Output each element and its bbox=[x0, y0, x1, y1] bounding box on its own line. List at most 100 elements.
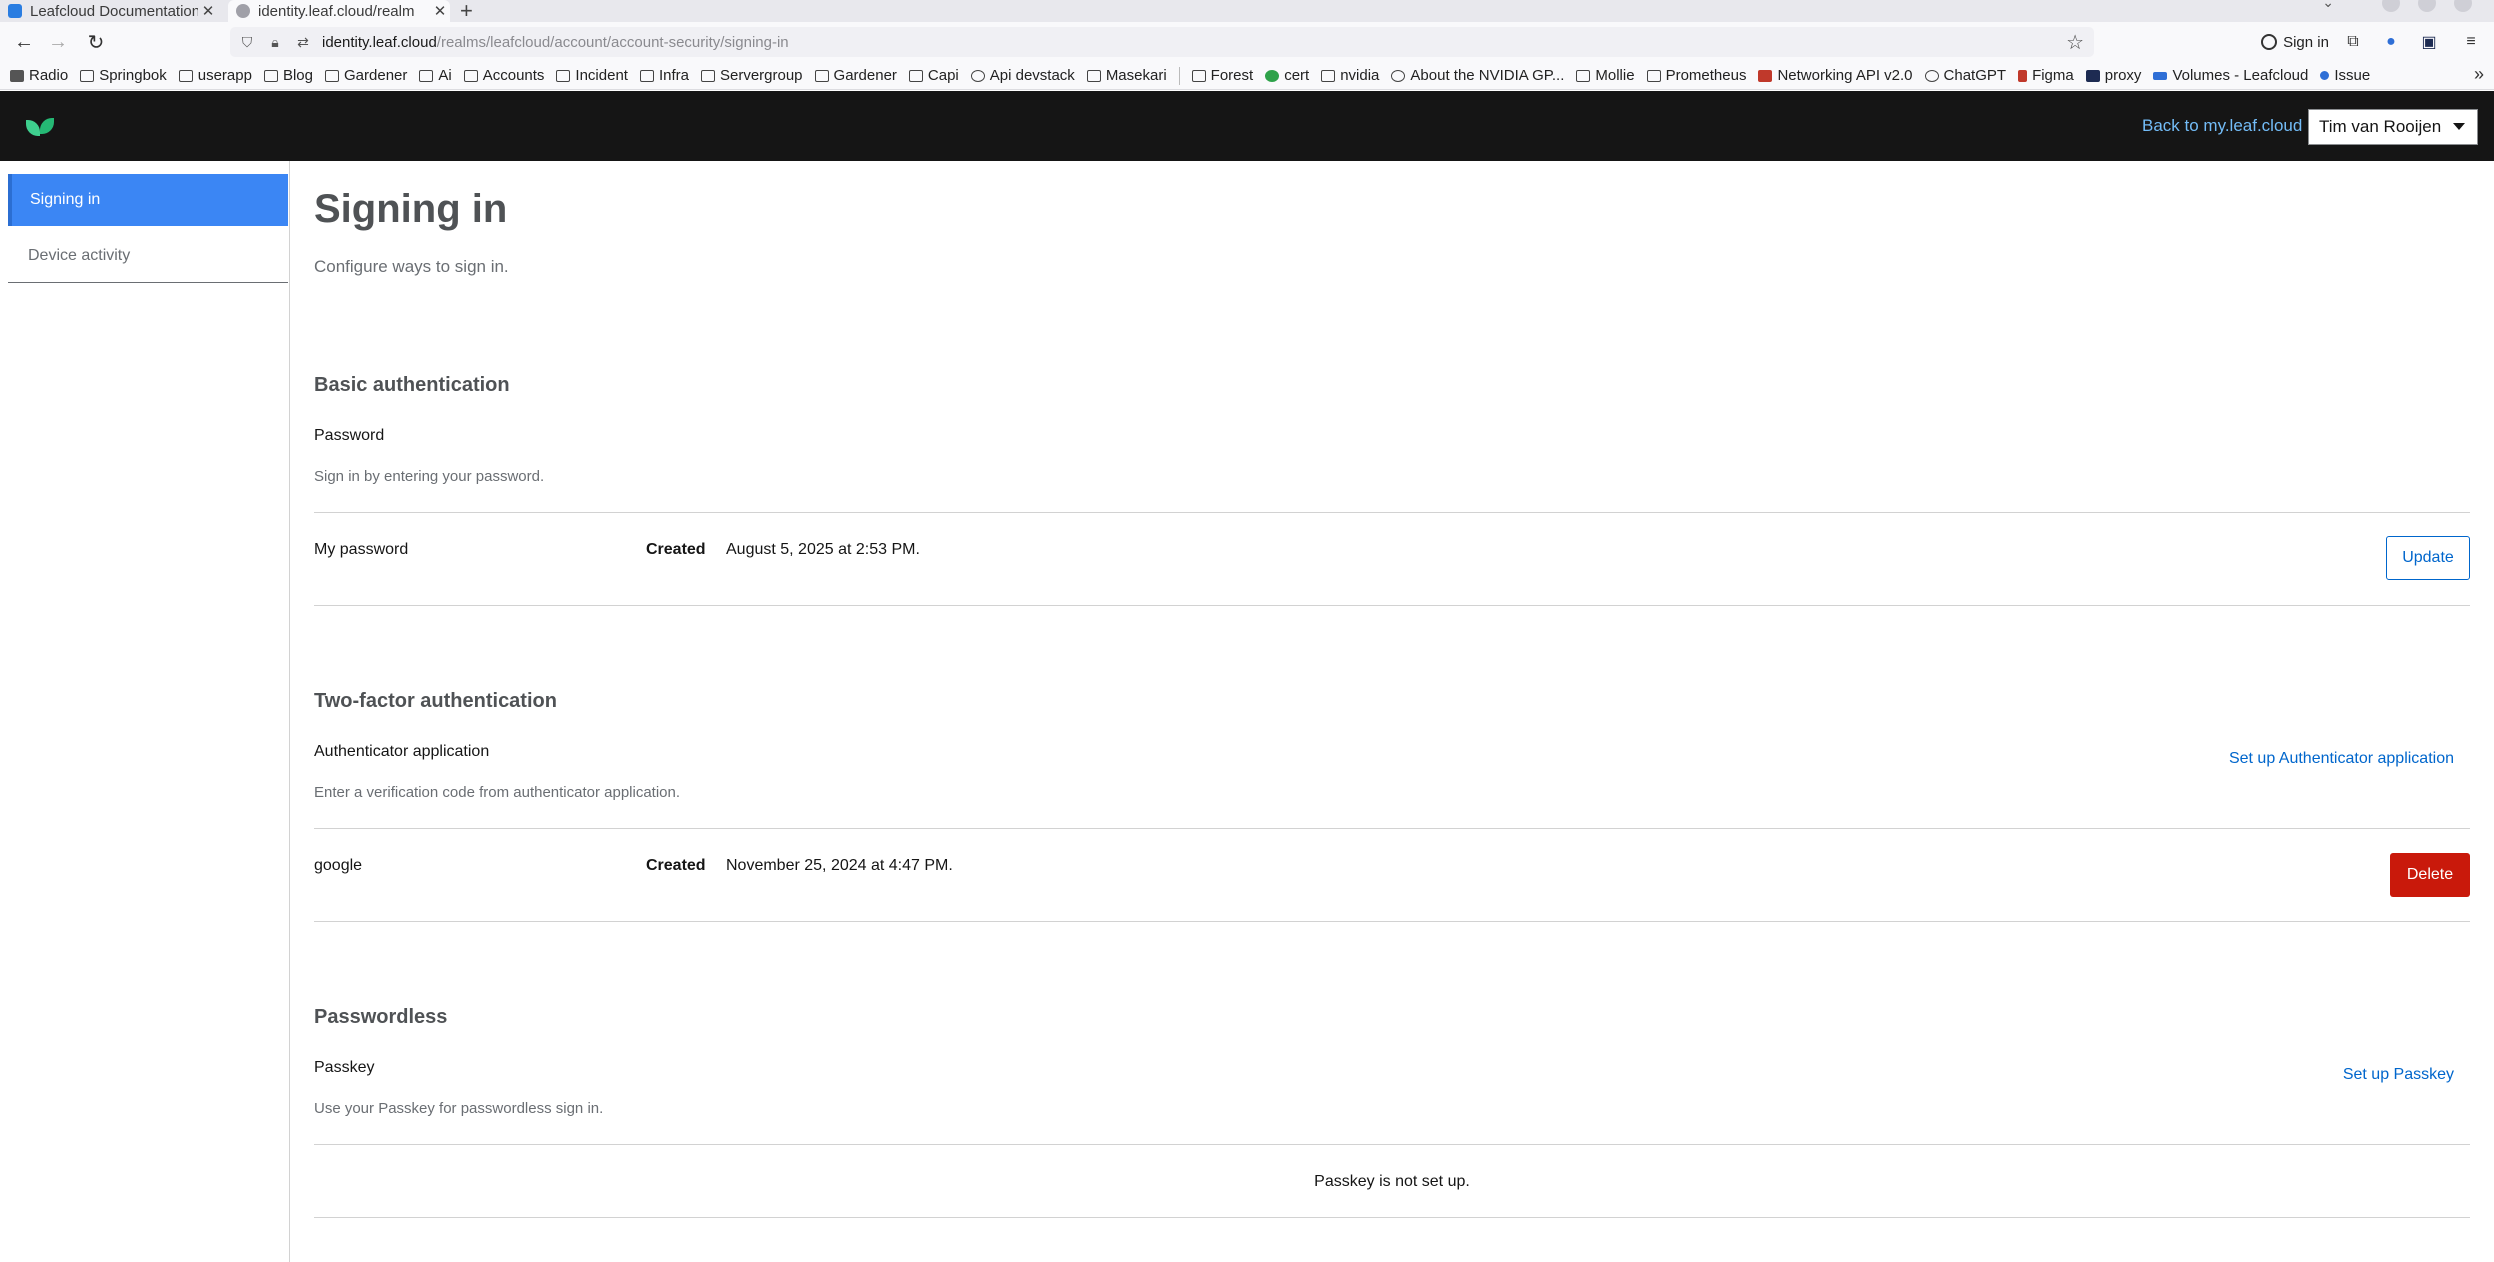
passkey-help: Use your Passkey for passwordless sign i… bbox=[314, 1100, 604, 1117]
permissions-icon[interactable]: ⇄ bbox=[292, 34, 314, 51]
sidebar-nav: Signing in Device activity bbox=[0, 161, 290, 1262]
update-password-button[interactable]: Update bbox=[2386, 536, 2470, 580]
app-menu-icon[interactable]: ≡ bbox=[2460, 31, 2482, 53]
sidebar-item-device-activity[interactable]: Device activity bbox=[8, 230, 288, 282]
bookmark-folder[interactable]: Mollie bbox=[1576, 67, 1635, 84]
bookmark-folder[interactable]: Prometheus bbox=[1646, 67, 1746, 84]
masthead: Back to my.leaf.cloud Tim van Rooijen bbox=[0, 91, 2494, 161]
password-created-date: August 5, 2025 at 2:53 PM. bbox=[726, 541, 920, 558]
folder-icon bbox=[1086, 69, 1101, 82]
browser-tab-bar: Leafcloud Documentation ✕ identity.leaf.… bbox=[0, 0, 2494, 24]
passwordless-title: Passwordless bbox=[314, 1006, 448, 1028]
bookmark-networking-api[interactable]: Networking API v2.0 bbox=[1758, 67, 1913, 84]
leafcloud-logo-icon[interactable] bbox=[26, 118, 56, 136]
divider bbox=[314, 512, 2470, 513]
chatgpt-icon bbox=[1924, 69, 1939, 82]
otp-row-label: google bbox=[314, 857, 363, 874]
bookmark-star-icon[interactable]: ☆ bbox=[2066, 30, 2084, 55]
passkey-title: Passkey bbox=[314, 1059, 375, 1076]
bookmark-volumes-leafcloud[interactable]: Volumes - Leafcloud bbox=[2153, 67, 2308, 84]
bookmark-folder[interactable]: Blog bbox=[263, 67, 313, 84]
extension-react-icon[interactable]: ▣ bbox=[2418, 31, 2440, 53]
bookmark-nvidia-gpu[interactable]: About the NVIDIA GP... bbox=[1391, 67, 1564, 84]
folder-icon bbox=[325, 69, 339, 82]
delete-otp-button[interactable]: Delete bbox=[2390, 853, 2470, 897]
close-tab-icon[interactable]: ✕ bbox=[198, 2, 218, 20]
tab-title: identity.leaf.cloud/realm bbox=[258, 2, 415, 20]
lock-icon[interactable]: 🔒︎ bbox=[264, 34, 286, 51]
bookmark-figma[interactable]: Figma bbox=[2018, 67, 2074, 84]
setup-authenticator-link[interactable]: Set up Authenticator application bbox=[2229, 750, 2454, 768]
folder-icon bbox=[178, 69, 193, 82]
bookmark-radio[interactable]: Radio bbox=[10, 67, 68, 84]
bookmark-issue[interactable]: Issue bbox=[2320, 67, 2370, 84]
bookmark-folder[interactable]: Accounts bbox=[463, 67, 544, 84]
extensions-icon[interactable]: ⧉ bbox=[2342, 31, 2364, 53]
divider bbox=[314, 1144, 2470, 1145]
minimize-window-icon[interactable] bbox=[2382, 0, 2400, 12]
user-menu-toggle[interactable]: Tim van Rooijen bbox=[2308, 109, 2478, 145]
bookmark-chatgpt[interactable]: ChatGPT bbox=[1924, 67, 2006, 84]
caret-down-icon bbox=[2453, 123, 2465, 130]
close-window-icon[interactable] bbox=[2454, 0, 2472, 12]
close-tab-icon[interactable]: ✕ bbox=[430, 2, 450, 20]
forward-arrow-icon[interactable]: → bbox=[44, 28, 72, 56]
bookmark-proxy[interactable]: proxy bbox=[2085, 67, 2141, 84]
divider bbox=[314, 921, 2470, 922]
sidebar-divider bbox=[8, 282, 288, 283]
bookmark-cert[interactable]: cert bbox=[1265, 67, 1309, 84]
page-title: Signing in bbox=[314, 187, 508, 231]
back-to-app-link[interactable]: Back to my.leaf.cloud bbox=[2142, 116, 2302, 136]
created-label: Created bbox=[646, 857, 706, 874]
folder-icon bbox=[639, 69, 654, 82]
browser-tab-leafcloud-docs[interactable]: Leafcloud Documentation ✕ bbox=[0, 0, 218, 22]
folder-icon bbox=[700, 69, 715, 82]
bookmark-folder[interactable]: Servergroup bbox=[700, 67, 803, 84]
shield-icon bbox=[1265, 69, 1280, 82]
password-help: Sign in by entering your password. bbox=[314, 468, 545, 485]
bookmark-api-devstack[interactable]: Api devstack bbox=[970, 67, 1075, 84]
proxy-icon bbox=[2085, 69, 2100, 82]
bookmark-folder[interactable]: Gardener bbox=[814, 67, 897, 84]
extension-blue-icon[interactable]: ● bbox=[2380, 31, 2402, 53]
created-label: Created bbox=[646, 541, 706, 558]
bookmark-folder[interactable]: nvidia bbox=[1321, 67, 1379, 84]
more-bookmarks-icon[interactable]: » bbox=[2474, 64, 2484, 85]
radio-icon bbox=[10, 69, 24, 82]
divider bbox=[314, 605, 2470, 606]
bookmark-folder[interactable]: Forest bbox=[1191, 67, 1253, 84]
account-sign-in-button[interactable]: Sign in bbox=[2254, 27, 2336, 57]
bookmark-folder[interactable]: Gardener bbox=[325, 67, 407, 84]
bookmark-folder[interactable]: userapp bbox=[178, 67, 252, 84]
reload-icon[interactable]: ↻ bbox=[82, 28, 110, 56]
password-title: Password bbox=[314, 427, 385, 444]
globe-icon bbox=[1391, 69, 1406, 82]
figma-icon bbox=[2018, 69, 2028, 82]
tab-title: Leafcloud Documentation bbox=[30, 2, 198, 20]
divider bbox=[314, 1217, 2470, 1218]
folder-icon bbox=[463, 69, 478, 82]
folder-icon bbox=[1191, 69, 1206, 82]
setup-passkey-link[interactable]: Set up Passkey bbox=[2343, 1066, 2454, 1084]
bookmark-folder[interactable]: Capi bbox=[908, 67, 959, 84]
maximize-window-icon[interactable] bbox=[2418, 0, 2436, 12]
basic-auth-title: Basic authentication bbox=[314, 374, 510, 396]
back-arrow-icon[interactable]: ← bbox=[10, 28, 38, 56]
globe-icon bbox=[970, 69, 985, 82]
list-tabs-icon[interactable]: ⌄ bbox=[2322, 0, 2334, 11]
address-bar[interactable]: ⛉ 🔒︎ ⇄ identity.leaf.cloud/realms/leafcl… bbox=[230, 27, 2094, 57]
folder-icon bbox=[814, 69, 829, 82]
bookmark-folder[interactable]: Incident bbox=[556, 67, 628, 84]
bookmark-folder[interactable]: Infra bbox=[639, 67, 689, 84]
folder-icon bbox=[263, 69, 278, 82]
tracking-protection-icon[interactable]: ⛉ bbox=[236, 34, 258, 51]
new-tab-icon[interactable]: + bbox=[460, 0, 473, 24]
sidebar-item-signing-in[interactable]: Signing in bbox=[8, 174, 288, 226]
issue-icon bbox=[2320, 71, 2330, 80]
divider bbox=[314, 828, 2470, 829]
browser-tab-identity[interactable]: identity.leaf.cloud/realm ✕ bbox=[228, 0, 450, 22]
bookmark-folder[interactable]: Ai bbox=[419, 67, 452, 84]
bookmark-folder[interactable]: Masekari bbox=[1086, 67, 1167, 84]
bookmark-folder[interactable]: Springbok bbox=[80, 67, 167, 84]
account-icon bbox=[2261, 34, 2278, 50]
